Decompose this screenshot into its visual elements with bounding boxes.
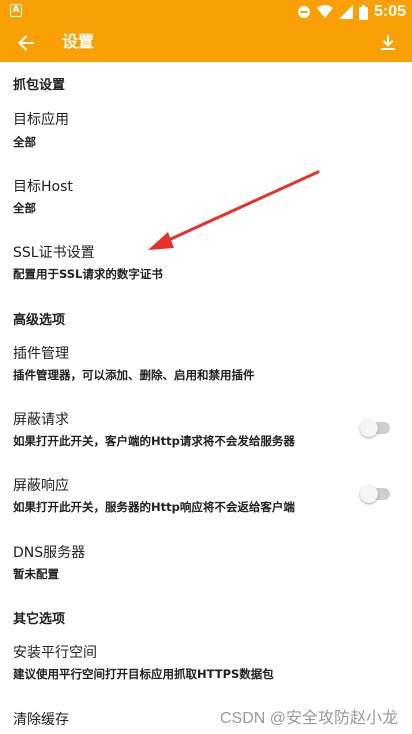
toggle-knob [360,419,378,437]
status-time: 5:05 [373,3,406,20]
plugins-title: 插件管理 [13,346,69,362]
section-advanced-options: 高级选项 [13,313,66,328]
block-request-title: 屏蔽请求 [13,412,69,428]
block-response-desc: 如果打开此开关，服务器的Http响应将不会返给客户端 [13,500,295,514]
status-bar: A 5:05 [0,0,412,24]
page-title: 设置 [62,32,95,51]
app-bar: 设置 [0,24,412,62]
dnd-icon [297,6,310,18]
block-response-toggle[interactable] [360,485,390,503]
battery-icon [358,4,368,20]
parallel-space-desc: 建议使用平行空间打开目标应用抓取HTTPS数据包 [13,667,274,681]
block-request-toggle[interactable] [360,419,390,437]
target-host-title: 目标Host [13,179,73,195]
download-icon[interactable] [376,31,400,55]
section-other-options: 其它选项 [13,612,66,627]
back-arrow-icon[interactable] [14,31,38,55]
target-app-value: 全部 [13,135,36,149]
block-request-desc: 如果打开此开关，客户端的Http请求将不会发给服务器 [13,434,295,448]
target-host-value: 全部 [13,201,36,215]
dns-value: 暂未配置 [13,567,59,581]
ssl-cert-desc: 配置用于SSL请求的数字证书 [13,267,163,281]
notification-a-icon: A [10,4,22,17]
plugins-desc: 插件管理器，可以添加、删除、启用和禁用插件 [13,368,255,382]
ssl-cert-title: SSL证书设置 [13,245,95,261]
dns-title: DNS服务器 [13,545,86,561]
target-app-title: 目标应用 [13,112,69,128]
signal-icon [338,5,353,19]
watermark: CSDN @安全攻防赵小龙 [219,710,398,727]
section-capture-settings: 抓包设置 [13,78,66,93]
wifi-icon [316,5,333,18]
toggle-knob [360,485,378,503]
block-response-title: 屏蔽响应 [13,478,69,494]
parallel-space-title: 安装平行空间 [13,645,97,661]
clear-cache-title: 清除缓存 [13,712,69,728]
